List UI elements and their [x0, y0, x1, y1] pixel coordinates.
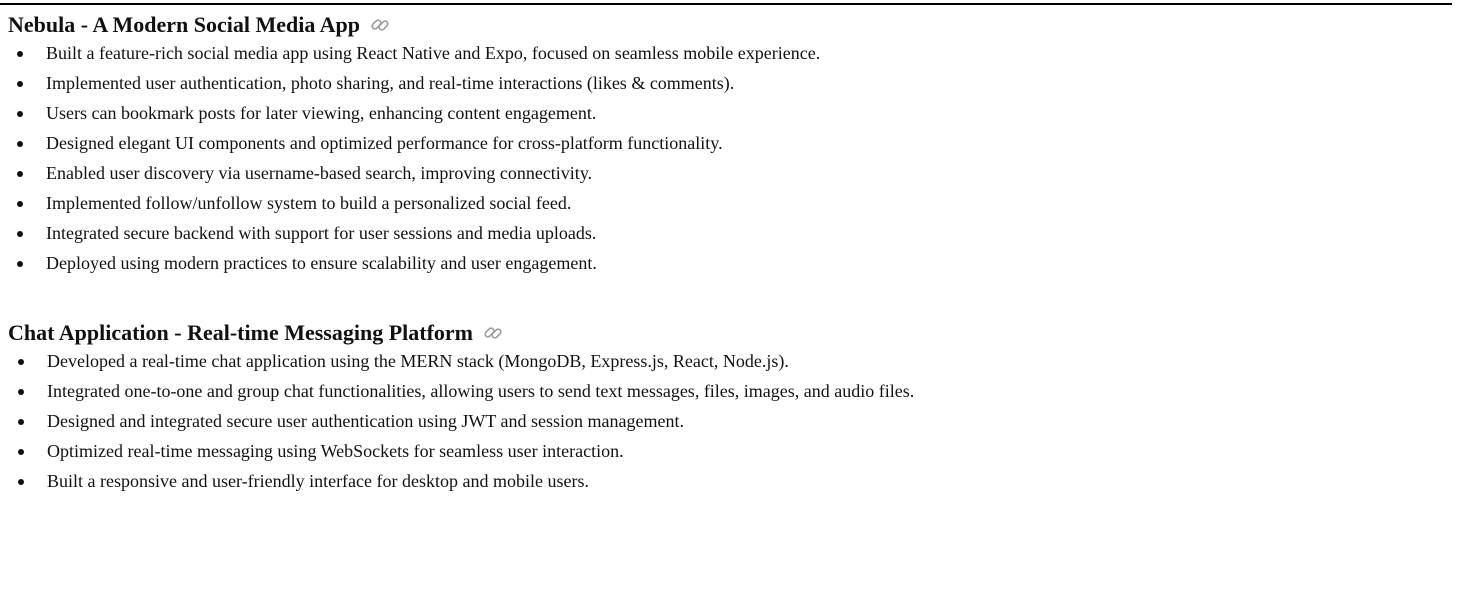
- bullet-dot: [18, 449, 24, 455]
- bullet-dot: [18, 389, 24, 395]
- bullet-text: Enabled user discovery via username-base…: [46, 163, 593, 183]
- project-chat-application: Chat Application - Real-time Messaging P…: [8, 318, 1448, 498]
- link-icon[interactable]: [370, 15, 390, 35]
- project-title: Chat Application - Real-time Messaging P…: [8, 320, 473, 345]
- list-item: Designed and integrated secure user auth…: [8, 408, 1448, 438]
- bullet-text: Integrated one-to-one and group chat fun…: [47, 381, 915, 401]
- bullet-dot: [17, 141, 23, 147]
- bullet-text: Built a responsive and user-friendly int…: [47, 471, 589, 491]
- bullet-dot: [17, 261, 23, 267]
- bullet-dot: [17, 231, 23, 237]
- list-item: Developed a real-time chat application u…: [8, 348, 1448, 378]
- section-divider: [0, 3, 1452, 5]
- bullet-text: Integrated secure backend with support f…: [46, 223, 597, 243]
- bullet-text: Designed elegant UI components and optim…: [46, 133, 723, 153]
- bullet-text: Developed a real-time chat application u…: [47, 351, 789, 371]
- bullet-dot: [18, 479, 24, 485]
- project-nebula: Nebula - A Modern Social Media App Built…: [8, 10, 1448, 280]
- bullet-text: Implemented user authentication, photo s…: [46, 73, 735, 93]
- project-title: Nebula - A Modern Social Media App: [8, 12, 361, 37]
- bullet-list: Developed a real-time chat application u…: [8, 348, 1448, 498]
- link-icon[interactable]: [483, 323, 503, 343]
- list-item: Built a responsive and user-friendly int…: [8, 468, 1448, 498]
- bullet-text: Built a feature-rich social media app us…: [46, 43, 821, 63]
- project-header: Nebula - A Modern Social Media App: [8, 10, 1448, 40]
- list-item: Built a feature-rich social media app us…: [8, 40, 1448, 70]
- list-item: Implemented follow/unfollow system to bu…: [8, 190, 1448, 220]
- bullet-text: Deployed using modern practices to ensur…: [46, 253, 597, 273]
- bullet-dot: [17, 111, 23, 117]
- list-item: Users can bookmark posts for later viewi…: [8, 100, 1448, 130]
- list-item: Integrated one-to-one and group chat fun…: [8, 378, 1448, 408]
- bullet-text: Optimized real-time messaging using WebS…: [47, 441, 624, 461]
- list-item: Designed elegant UI components and optim…: [8, 130, 1448, 160]
- bullet-text: Implemented follow/unfollow system to bu…: [46, 193, 572, 213]
- bullet-dot: [17, 201, 23, 207]
- bullet-dot: [18, 419, 24, 425]
- bullet-text: Designed and integrated secure user auth…: [47, 411, 684, 431]
- list-item: Integrated secure backend with support f…: [8, 220, 1448, 250]
- list-item: Enabled user discovery via username-base…: [8, 160, 1448, 190]
- bullet-dot: [17, 171, 23, 177]
- bullet-text: Users can bookmark posts for later viewi…: [46, 103, 597, 123]
- list-item: Deployed using modern practices to ensur…: [8, 250, 1448, 280]
- project-header: Chat Application - Real-time Messaging P…: [8, 318, 1448, 348]
- bullet-dot: [17, 51, 23, 57]
- bullet-dot: [17, 81, 23, 87]
- list-item: Implemented user authentication, photo s…: [8, 70, 1448, 100]
- list-item: Optimized real-time messaging using WebS…: [8, 438, 1448, 468]
- bullet-list: Built a feature-rich social media app us…: [8, 40, 1448, 280]
- bullet-dot: [18, 359, 24, 365]
